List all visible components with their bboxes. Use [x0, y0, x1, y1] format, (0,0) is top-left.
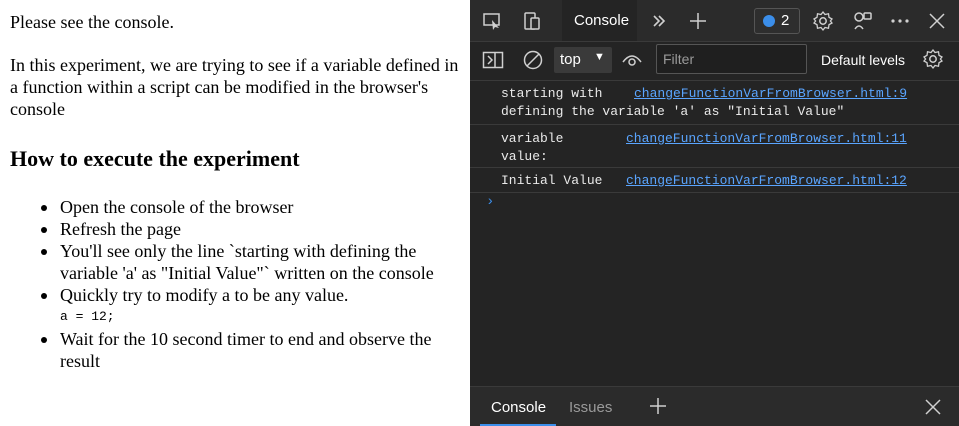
drawer-tab-console[interactable]: Console — [480, 387, 556, 426]
console-prompt[interactable]: › — [486, 194, 494, 210]
settings-gear-icon[interactable] — [812, 10, 834, 32]
console-message: variable value: changeFunctionVarFromBro… — [470, 125, 959, 168]
console-settings-icon[interactable] — [922, 48, 944, 70]
web-page: Please see the console. In this experime… — [0, 0, 470, 425]
add-tab-icon[interactable] — [687, 10, 709, 32]
devtools-tabbar: Console 2 — [470, 0, 959, 42]
issues-badge[interactable]: 2 — [754, 8, 800, 34]
clear-console-icon[interactable] — [522, 49, 544, 71]
inspect-element-icon[interactable] — [481, 10, 503, 32]
code-snippet: a = 12; — [60, 309, 115, 324]
console-message: starting with defining the variable 'a' … — [470, 81, 959, 125]
more-tabs-icon[interactable] — [648, 10, 670, 32]
devtools-drawer: Console Issues — [470, 386, 959, 426]
source-link[interactable]: changeFunctionVarFromBrowser.html:9 — [634, 85, 907, 103]
console-output: starting with defining the variable 'a' … — [470, 81, 959, 386]
page-heading: How to execute the experiment — [10, 146, 300, 171]
drawer-tab-console-label: Console — [491, 399, 547, 416]
context-label: top — [560, 51, 581, 68]
source-link[interactable]: changeFunctionVarFromBrowser.html:11 — [626, 130, 907, 148]
steps-list: Open the console of the browser Refresh … — [10, 196, 460, 372]
context-selector[interactable]: top ▼ — [554, 47, 612, 73]
drawer-add-tab-icon[interactable] — [647, 395, 669, 417]
devtools-panel: Console 2 top ▼ Filter Default levels st… — [470, 0, 959, 426]
filter-input[interactable] — [656, 44, 807, 74]
drawer-tab-issues[interactable]: Issues — [569, 399, 612, 416]
console-message: Initial Value changeFunctionVarFromBrows… — [470, 168, 959, 193]
message-text: Initial Value — [501, 173, 603, 188]
code-item: a = 12; — [60, 306, 460, 328]
list-item: Refresh the page — [41, 218, 460, 240]
dropdown-arrow-icon: ▼ — [594, 51, 605, 63]
list-item: Quickly try to modify a to be any value. — [41, 284, 460, 306]
intro-text: Please see the console. — [10, 12, 174, 32]
tab-console[interactable]: Console — [562, 0, 637, 41]
log-levels-dropdown[interactable]: Default levels — [821, 52, 905, 68]
device-emulation-icon[interactable] — [521, 10, 543, 32]
connected-devices-icon[interactable] — [852, 10, 874, 32]
message-text: variable value: — [501, 131, 564, 164]
message-icon — [763, 15, 775, 27]
issues-count: 2 — [781, 12, 790, 29]
close-devtools-icon[interactable] — [926, 10, 948, 32]
source-link[interactable]: changeFunctionVarFromBrowser.html:12 — [626, 172, 907, 190]
more-options-icon[interactable] — [889, 10, 911, 32]
live-expression-eye-icon[interactable] — [621, 49, 643, 71]
close-drawer-icon[interactable] — [922, 396, 944, 418]
tab-console-label: Console — [574, 12, 630, 29]
list-item: Wait for the 10 second timer to end and … — [41, 328, 460, 372]
list-item: Open the console of the browser — [41, 196, 460, 218]
description-text: In this experiment, we are trying to see… — [10, 55, 459, 119]
list-item: You'll see only the line `starting with … — [41, 240, 460, 284]
console-toolbar: top ▼ Default levels — [470, 42, 959, 81]
show-sidebar-icon[interactable] — [482, 49, 504, 71]
